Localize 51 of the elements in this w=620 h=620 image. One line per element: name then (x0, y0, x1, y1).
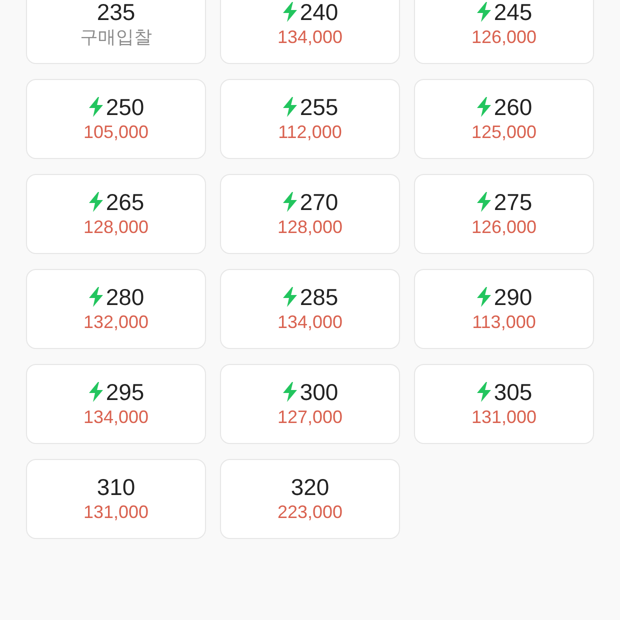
size-label: 320 (290, 474, 330, 500)
price-label: 132,000 (83, 311, 149, 334)
size-label: 310 (96, 474, 136, 500)
price-label: 126,000 (471, 216, 537, 239)
price-label: 223,000 (277, 501, 343, 524)
price-label: 134,000 (277, 26, 343, 49)
size-label: 275 (494, 189, 532, 215)
size-option[interactable]: 275 126,000 (414, 174, 594, 254)
size-option[interactable]: 235 구매입찰 (26, 0, 206, 64)
size-label: 245 (494, 0, 532, 25)
size-option[interactable]: 280 132,000 (26, 269, 206, 349)
price-label: 113,000 (472, 311, 536, 334)
price-label: 126,000 (471, 26, 537, 49)
size-option[interactable]: 290 113,000 (414, 269, 594, 349)
size-label: 285 (300, 284, 338, 310)
size-option[interactable]: 250 105,000 (26, 79, 206, 159)
size-label: 260 (494, 94, 532, 120)
size-option[interactable]: 255 112,000 (220, 79, 400, 159)
price-label: 128,000 (83, 216, 149, 239)
price-label: 125,000 (471, 121, 537, 144)
size-option[interactable]: 310 131,000 (26, 459, 206, 539)
price-label: 131,000 (83, 501, 149, 524)
bid-label: 구매입찰 (80, 26, 152, 49)
size-option[interactable]: 245 126,000 (414, 0, 594, 64)
size-label: 305 (494, 379, 532, 405)
size-label: 270 (300, 189, 338, 215)
size-option[interactable]: 265 128,000 (26, 174, 206, 254)
size-label: 235 (96, 0, 136, 25)
size-option[interactable]: 240 134,000 (220, 0, 400, 64)
price-label: 105,000 (83, 121, 149, 144)
size-label: 265 (106, 189, 144, 215)
size-label: 250 (106, 94, 144, 120)
price-label: 127,000 (277, 406, 343, 429)
size-option[interactable]: 270 128,000 (220, 174, 400, 254)
size-label: 295 (106, 379, 144, 405)
size-label: 255 (300, 94, 338, 120)
price-label: 112,000 (278, 121, 342, 144)
price-label: 134,000 (83, 406, 149, 429)
size-option[interactable]: 320 223,000 (220, 459, 400, 539)
size-option[interactable]: 305 131,000 (414, 364, 594, 444)
price-label: 131,000 (471, 406, 537, 429)
price-label: 128,000 (277, 216, 343, 239)
size-label: 290 (494, 284, 532, 310)
size-label: 300 (300, 379, 338, 405)
price-label: 134,000 (277, 311, 343, 334)
size-label: 280 (106, 284, 144, 310)
size-option[interactable]: 260 125,000 (414, 79, 594, 159)
size-option[interactable]: 300 127,000 (220, 364, 400, 444)
size-option[interactable]: 285 134,000 (220, 269, 400, 349)
size-option[interactable]: 295 134,000 (26, 364, 206, 444)
size-label: 240 (300, 0, 338, 25)
